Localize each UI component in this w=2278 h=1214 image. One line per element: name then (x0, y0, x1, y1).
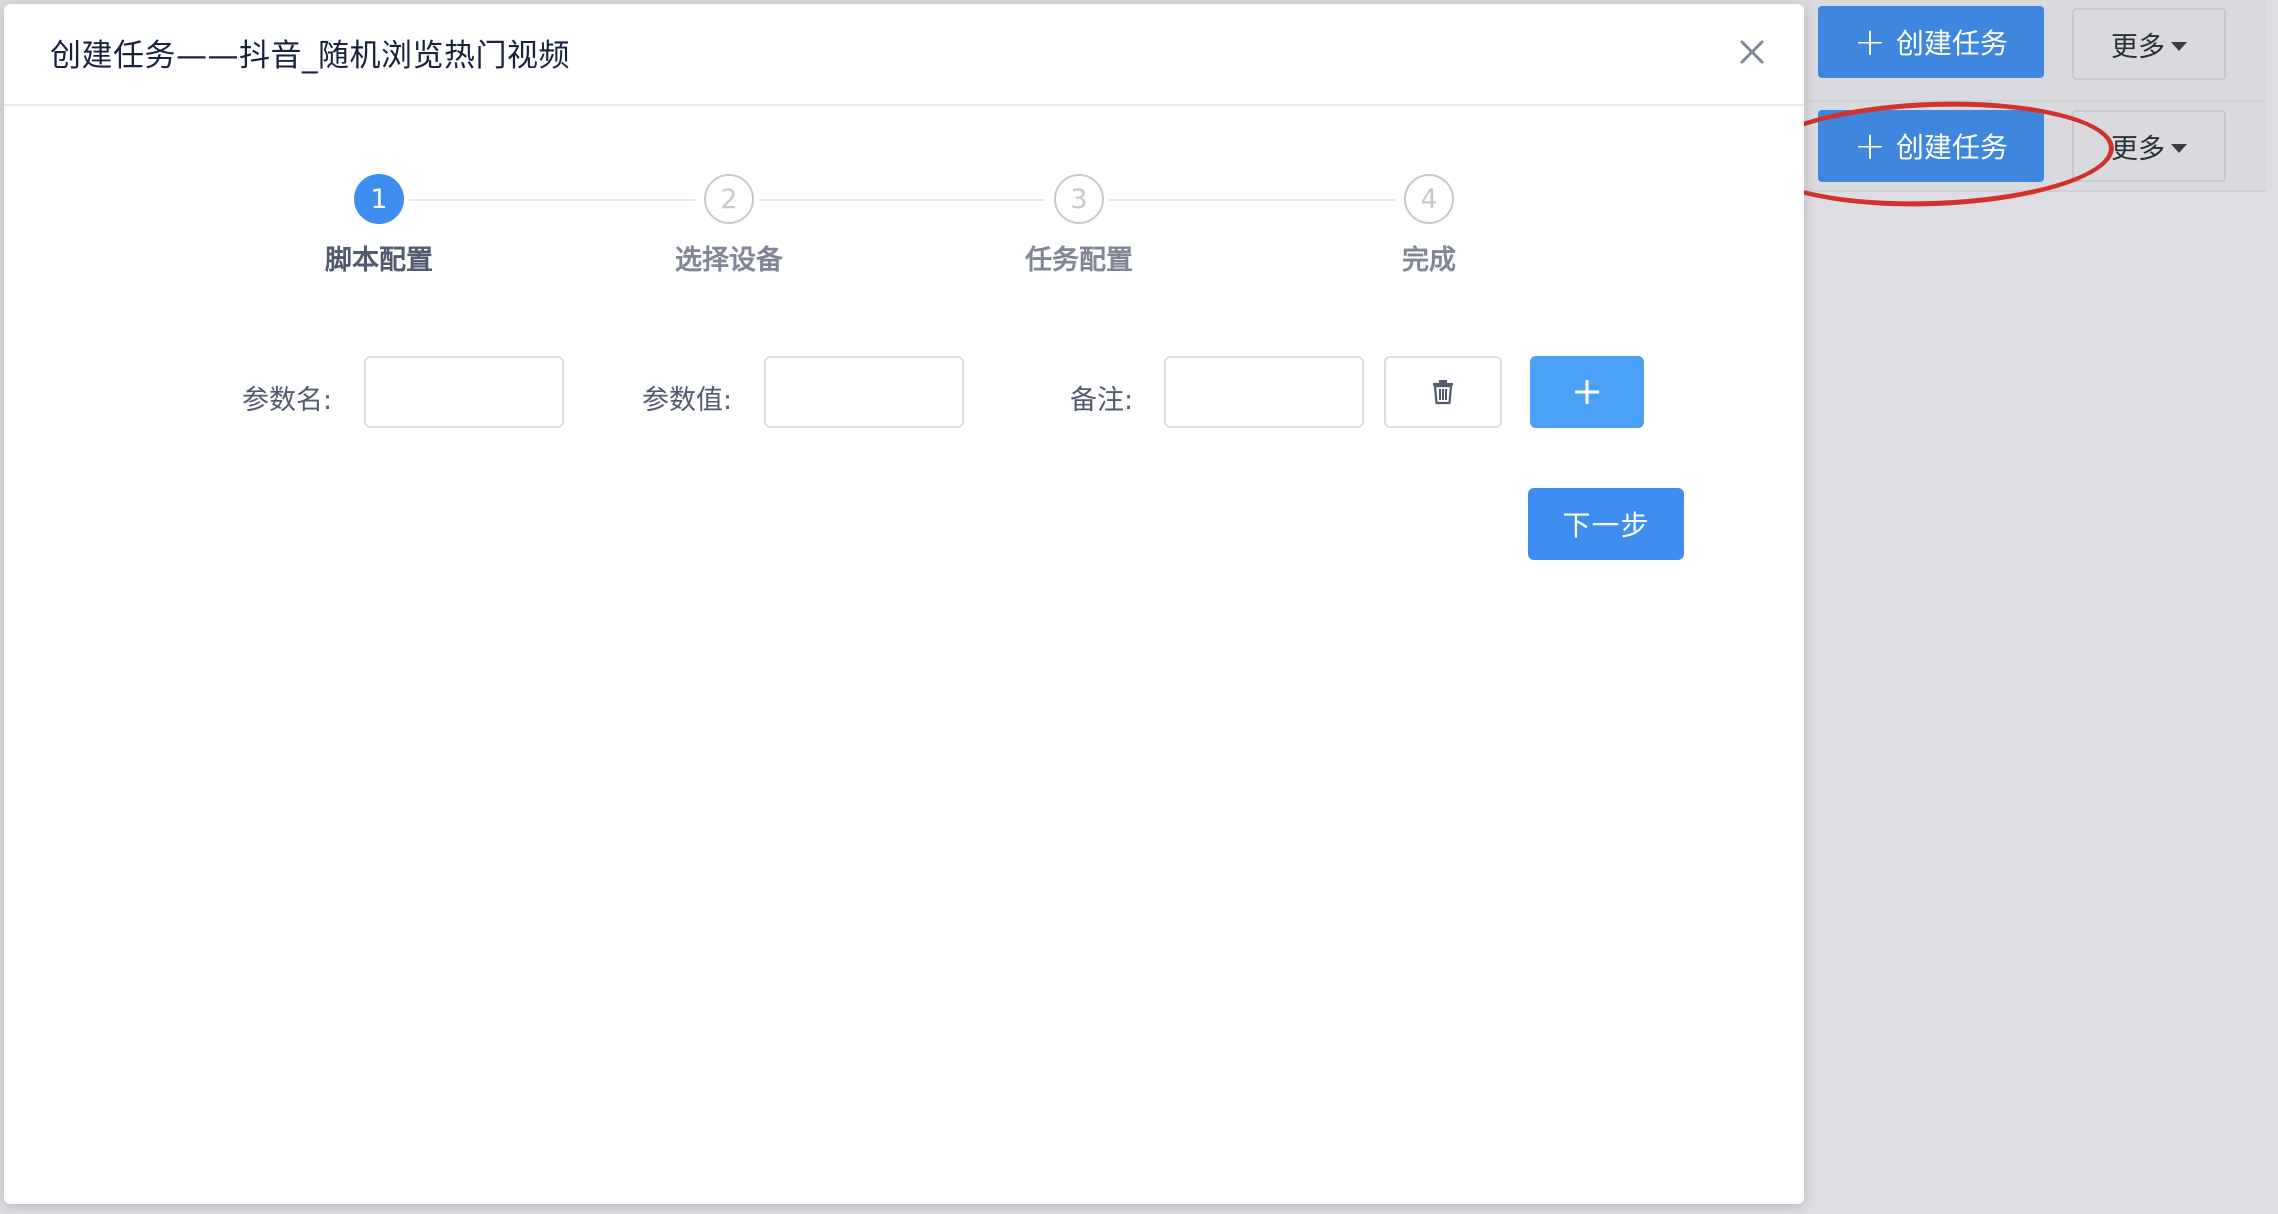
plus-icon (1575, 380, 1599, 404)
background-toolbar: + 创建任务 更多 + 创建任务 更多 (1806, 0, 2278, 224)
step-3: 3 任务配置 (979, 174, 1179, 277)
next-step-button[interactable]: 下一步 (1528, 488, 1684, 560)
step-label: 脚本配置 (325, 245, 433, 276)
step-2: 2 选择设备 (629, 174, 829, 277)
step-1: 1 脚本配置 (279, 174, 479, 277)
param-value-label: 参数值: (642, 385, 733, 416)
more-label: 更多 (2111, 31, 2165, 63)
more-dropdown-button-2[interactable]: 更多 (2072, 110, 2226, 182)
param-name-input[interactable] (364, 356, 564, 428)
plus-icon: + (1854, 124, 1886, 168)
add-param-button[interactable] (1530, 356, 1644, 428)
note-label: 备注: (1070, 385, 1134, 416)
step-label: 选择设备 (675, 245, 783, 276)
step-number: 2 (704, 174, 754, 224)
caret-down-icon (2171, 143, 2187, 153)
caret-down-icon (2171, 41, 2187, 51)
modal-header: 创建任务——抖音_随机浏览热门视频 (4, 4, 1804, 106)
toolbar-row-2: + 创建任务 更多 (1806, 102, 2266, 192)
delete-param-button[interactable] (1384, 356, 1502, 428)
create-task-button-2[interactable]: + 创建任务 (1818, 110, 2044, 182)
note-input[interactable] (1164, 356, 1364, 428)
modal-title: 创建任务——抖音_随机浏览热门视频 (50, 38, 570, 74)
step-number: 4 (1404, 174, 1454, 224)
param-name-label: 参数名: (242, 385, 333, 416)
step-connector (409, 199, 695, 201)
step-4: 4 完成 (1329, 174, 1529, 277)
close-icon[interactable] (1734, 34, 1770, 70)
param-value-input[interactable] (764, 356, 964, 428)
plus-icon: + (1854, 20, 1886, 64)
create-task-label: 创建任务 (1895, 131, 2008, 164)
step-connector (1109, 199, 1395, 201)
more-label: 更多 (2111, 133, 2165, 165)
more-dropdown-button[interactable]: 更多 (2072, 8, 2226, 80)
create-task-button[interactable]: + 创建任务 (1818, 6, 2044, 78)
create-task-label: 创建任务 (1895, 27, 2008, 60)
step-number: 3 (1054, 174, 1104, 224)
step-number: 1 (354, 174, 404, 224)
step-label: 任务配置 (1025, 245, 1133, 276)
step-connector (759, 199, 1045, 201)
trash-icon (1433, 380, 1453, 405)
step-label: 完成 (1402, 245, 1456, 276)
toolbar-row-1: + 创建任务 更多 (1806, 0, 2266, 102)
steps-indicator: 1 脚本配置 2 选择设备 3 任务配置 4 完成 (4, 174, 1804, 284)
create-task-modal: 创建任务——抖音_随机浏览热门视频 1 脚本配置 2 选择设备 3 任务配置 4… (4, 4, 1804, 1204)
